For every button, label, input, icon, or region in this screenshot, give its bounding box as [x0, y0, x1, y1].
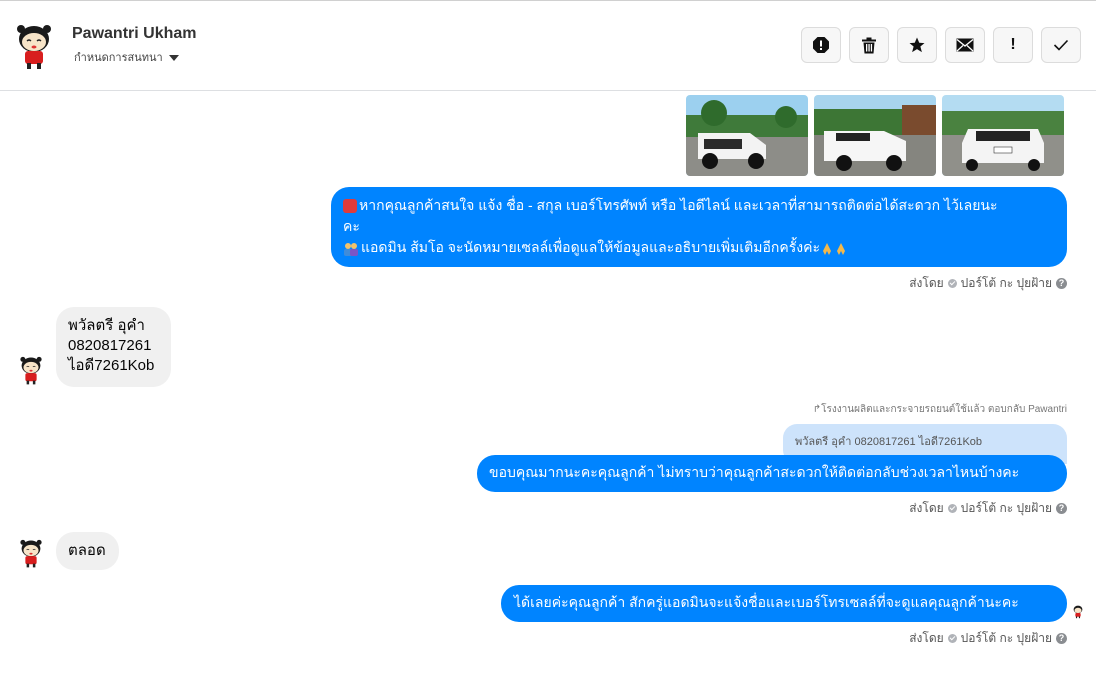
schedule-label: กำหนดการสนทนา: [74, 52, 163, 64]
caret-down-icon: [168, 55, 179, 62]
reply-note-text: โรงงานผลิตและกระจายรถยนต์ใช้แล้ว ตอบกลับ…: [821, 404, 1067, 415]
sender-name: ปอร์โต้ กะ ปุยฝ้าย: [960, 276, 1052, 290]
outgoing-message[interactable]: ได้เลยค่ะคุณลูกค้า สักครู่แอดมินจะแจ้งชื…: [501, 585, 1067, 622]
sent-by-label: ส่งโดย ปอร์โต้ กะ ปุยฝ้าย?: [909, 629, 1067, 648]
sender-name: ปอร์โต้ กะ ปุยฝ้าย: [960, 501, 1052, 515]
report-button[interactable]: [801, 27, 841, 63]
message-line: คะ: [343, 218, 360, 234]
message-text: ขอบคุณมากนะคะคุณลูกค้า ไม่ทราบว่าคุณลูกค…: [489, 464, 1020, 480]
sent-by-prefix: ส่งโดย: [909, 276, 944, 290]
reply-note: ↱โรงงานผลิตและกระจายรถยนต์ใช้แล้ว ตอบกลั…: [813, 402, 1067, 417]
star-icon: [909, 37, 925, 53]
trash-icon: [862, 37, 876, 53]
check-icon: [1053, 39, 1069, 51]
help-icon[interactable]: ?: [1056, 503, 1067, 514]
car-photo-3[interactable]: [942, 95, 1064, 176]
message-text: ตลอด: [68, 542, 106, 559]
message-text: แอดมิน ส้มโอ จะนัดหมายเซลล์เพื่อดูแลให้ข…: [361, 239, 820, 255]
star-button[interactable]: [897, 27, 937, 63]
contact-avatar: [20, 356, 42, 385]
incoming-message[interactable]: ตลอด: [56, 532, 119, 570]
contact-name: Pawantri Ukham: [72, 25, 197, 42]
pray-icon: [821, 241, 833, 256]
verified-icon: [947, 279, 957, 288]
car-photo-1[interactable]: [686, 95, 808, 176]
pray-icon: [835, 241, 847, 256]
message-line: 0820817261: [68, 337, 152, 354]
help-icon[interactable]: ?: [1056, 278, 1067, 289]
car-photo-2[interactable]: [814, 95, 936, 176]
seen-avatar-icon: [1073, 605, 1083, 619]
sent-by-label: ส่งโดย ปอร์โต้ กะ ปุยฝ้าย?: [909, 274, 1067, 293]
verified-icon: [947, 504, 957, 513]
sent-by-prefix: ส่งโดย: [909, 501, 944, 515]
message-line: หากคุณลูกค้าสนใจ แจ้ง ชื่อ - สกุล เบอร์โ…: [343, 195, 1055, 216]
help-icon[interactable]: ?: [1056, 633, 1067, 644]
conversation-header: Pawantri Ukham กำหนดการสนทนา !: [0, 1, 1096, 91]
message-line: แอดมิน ส้มโอ จะนัดหมายเซลล์เพื่อดูแลให้ข…: [343, 237, 1055, 258]
mark-important-button[interactable]: !: [993, 27, 1033, 63]
outgoing-message[interactable]: หากคุณลูกค้าสนใจ แจ้ง ชื่อ - สกุล เบอร์โ…: [331, 187, 1067, 267]
message-line: ไอดี7261Kob: [68, 357, 155, 374]
delete-button[interactable]: [849, 27, 889, 63]
verified-icon: [947, 634, 957, 643]
conversation-schedule-dropdown[interactable]: กำหนดการสนทนา: [74, 48, 179, 66]
email-button[interactable]: [945, 27, 985, 63]
message-line: พวัลตรี อุคำ: [68, 317, 145, 334]
contact-avatar[interactable]: [10, 21, 58, 71]
exclamation-icon: !: [1010, 36, 1016, 53]
sent-by-prefix: ส่งโดย: [909, 631, 944, 645]
people-icon: [343, 241, 359, 257]
sender-name: ปอร์โต้ กะ ปุยฝ้าย: [960, 631, 1052, 645]
outgoing-message[interactable]: ขอบคุณมากนะคะคุณลูกค้า ไม่ทราบว่าคุณลูกค…: [477, 455, 1067, 492]
report-icon: [813, 37, 829, 53]
reply-arrow-icon: ↱: [812, 404, 822, 415]
incoming-message[interactable]: พวัลตรี อุคำ 0820817261 ไอดี7261Kob: [56, 307, 171, 387]
contact-avatar: [20, 539, 42, 568]
message-text: หากคุณลูกค้าสนใจ แจ้ง ชื่อ - สกุล เบอร์โ…: [359, 197, 998, 213]
sent-by-label: ส่งโดย ปอร์โต้ กะ ปุยฝ้าย?: [909, 499, 1067, 518]
mark-done-button[interactable]: [1041, 27, 1081, 63]
message-text: ได้เลยค่ะคุณลูกค้า สักครู่แอดมินจะแจ้งชื…: [514, 594, 1019, 610]
telephone-icon: [343, 199, 357, 214]
envelope-icon: [956, 38, 974, 52]
